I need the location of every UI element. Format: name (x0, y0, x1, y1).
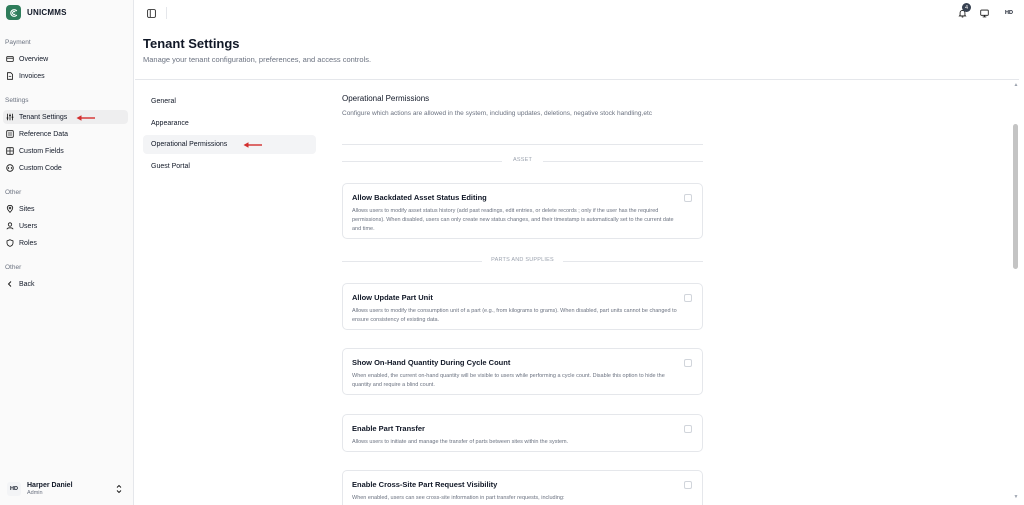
permission-card-backdated-asset: Allow Backdated Asset Status Editing All… (342, 183, 703, 239)
group-label-other-2: Other (5, 264, 22, 271)
sidebar-item-label: Users (19, 222, 38, 230)
panel-left-icon (146, 8, 156, 18)
scroll-up-arrow-icon[interactable]: ▲ (1012, 82, 1020, 90)
card-description: Allows users to initiate and manage the … (352, 439, 569, 445)
card-description: Allows users to modify the consumption u… (352, 308, 677, 323)
header-divider (135, 79, 1019, 80)
notifications-button[interactable]: 4 (955, 3, 971, 20)
code-icon (6, 164, 14, 172)
group-label-other: Other (5, 189, 22, 196)
notification-badge: 4 (962, 3, 971, 12)
card-title: Enable Cross-Site Part Request Visibilit… (352, 480, 498, 489)
section-divider (342, 144, 703, 145)
sidebar-toggle-button[interactable] (145, 7, 157, 19)
card-description: When enabled, users can see cross-site i… (352, 495, 565, 501)
sidebar-item-invoices[interactable]: Invoices (3, 69, 128, 83)
sidebar-item-label: Overview (19, 55, 49, 63)
chevron-left-icon (6, 280, 14, 288)
topbar-divider (166, 7, 167, 19)
card-description: Allows users to modify asset status hist… (352, 208, 674, 232)
sidebar-item-users[interactable]: Users (3, 219, 128, 233)
group-separator-parts: PARTS AND SUPPLIES (342, 256, 703, 266)
wallet-icon (6, 55, 14, 63)
topbar: 4 HD (135, 0, 1024, 27)
brand-logo-icon (6, 5, 21, 20)
map-pin-icon (6, 205, 14, 213)
scrollbar-thumb[interactable] (1013, 124, 1018, 269)
group-separator-label: PARTS AND SUPPLIES (491, 257, 554, 263)
permission-checkbox[interactable] (684, 359, 692, 367)
group-label-settings: Settings (5, 97, 29, 104)
section-title: Operational Permissions (342, 94, 430, 103)
user-role: Admin (27, 489, 43, 496)
card-title: Allow Update Part Unit (352, 293, 433, 302)
permission-checkbox[interactable] (684, 481, 692, 489)
card-title: Enable Part Transfer (352, 424, 425, 433)
permission-card-cross-site: Enable Cross-Site Part Request Visibilit… (342, 470, 703, 505)
user-name: Harper Daniel (27, 481, 73, 489)
tab-guest-portal[interactable]: Guest Portal (143, 157, 316, 176)
sidebar-item-label: Sites (19, 205, 35, 213)
sidebar-item-back[interactable]: Back (3, 277, 128, 291)
sidebar-item-custom-fields[interactable]: Custom Fields (3, 144, 128, 158)
grid-icon (6, 147, 14, 155)
sidebar-item-custom-code[interactable]: Custom Code (3, 161, 128, 175)
sidebar-item-label: Custom Fields (19, 147, 64, 155)
scroll-down-arrow-icon[interactable]: ▼ (1012, 494, 1020, 502)
sidebar-item-label: Custom Code (19, 164, 62, 172)
permission-card-part-transfer: Enable Part Transfer Allows users to ini… (342, 414, 703, 452)
page-subtitle: Manage your tenant configuration, prefer… (143, 55, 372, 64)
permission-card-update-part-unit: Allow Update Part Unit Allows users to m… (342, 283, 703, 330)
avatar[interactable]: HD (1002, 6, 1016, 20)
page-title: Tenant Settings (143, 36, 240, 51)
permission-checkbox[interactable] (684, 194, 692, 202)
sidebar-item-overview[interactable]: Overview (3, 52, 128, 66)
card-title: Show On-Hand Quantity During Cycle Count (352, 358, 511, 367)
sidebar-item-label: Invoices (19, 72, 45, 80)
sidebar-item-tenant-settings[interactable]: Tenant Settings (3, 110, 128, 124)
permission-checkbox[interactable] (684, 425, 692, 433)
annotation-arrow-icon (243, 142, 262, 148)
section-description: Configure which actions are allowed in t… (342, 110, 653, 117)
permission-checkbox[interactable] (684, 294, 692, 302)
tab-general[interactable]: General (143, 92, 316, 111)
shield-icon (6, 239, 14, 247)
list-icon (6, 130, 14, 138)
sidebar-item-label: Back (19, 280, 35, 288)
user-icon (6, 222, 14, 230)
display-button[interactable] (977, 6, 991, 20)
sidebar-item-roles[interactable]: Roles (3, 236, 128, 250)
sliders-icon (6, 113, 14, 121)
group-label-payment: Payment (5, 39, 31, 46)
avatar: HD (7, 482, 21, 496)
monitor-icon (979, 9, 989, 17)
tab-operational-permissions[interactable]: Operational Permissions (143, 135, 316, 154)
group-separator-asset: ASSET (342, 156, 703, 166)
sidebar-item-label: Tenant Settings (19, 113, 68, 121)
card-title: Allow Backdated Asset Status Editing (352, 193, 487, 202)
user-menu[interactable]: HD Harper Daniel Admin (4, 478, 129, 500)
sidebar-item-reference-data[interactable]: Reference Data (3, 127, 128, 141)
brand-name: UNICMMS (27, 8, 67, 17)
chevrons-up-down-icon (116, 484, 122, 494)
sidebar-item-label: Roles (19, 239, 37, 247)
card-description: When enabled, the current on-hand quanti… (352, 373, 665, 388)
sidebar-item-label: Reference Data (19, 130, 69, 138)
sidebar: UNICMMS Payment Overview Invoices Settin… (0, 0, 134, 505)
file-icon (6, 72, 14, 80)
permission-card-on-hand-quantity: Show On-Hand Quantity During Cycle Count… (342, 348, 703, 395)
annotation-arrow-icon (76, 115, 95, 121)
brand[interactable]: UNICMMS (6, 5, 67, 20)
sidebar-item-sites[interactable]: Sites (3, 202, 128, 216)
tab-appearance[interactable]: Appearance (143, 114, 316, 133)
group-separator-label: ASSET (512, 157, 533, 163)
